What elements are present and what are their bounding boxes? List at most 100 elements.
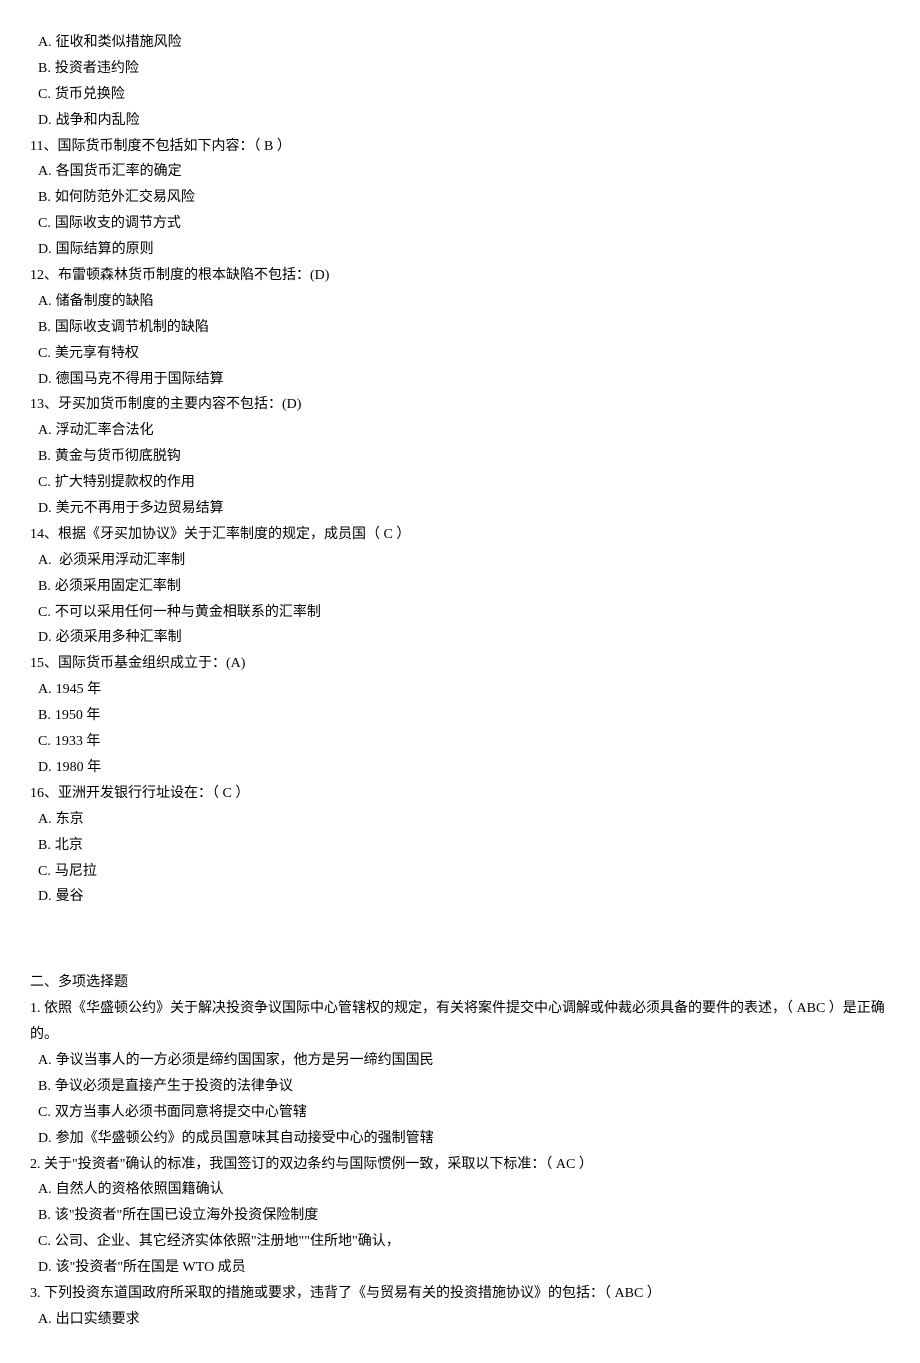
option-text: 1950 年 (55, 708, 101, 723)
option-letter: A. (38, 159, 52, 185)
option-text: 自然人的资格依照国籍确认 (56, 1182, 224, 1197)
option-letter: A. (38, 289, 52, 315)
option-item: A. 必须采用浮动汇率制 (30, 548, 890, 574)
option-letter: A. (38, 677, 52, 703)
option-letter: A. (38, 1048, 52, 1074)
option-letter: D. (38, 108, 52, 134)
option-text: 储备制度的缺陷 (56, 294, 154, 309)
option-text: 美元不再用于多边贸易结算 (56, 501, 224, 516)
option-text: 国际收支调节机制的缺陷 (55, 320, 209, 335)
option-letter: C. (38, 729, 51, 755)
option-text: 争议当事人的一方必须是缔约国国家，他方是另一缔约国国民 (56, 1053, 434, 1068)
option-text: 必须采用固定汇率制 (55, 579, 181, 594)
option-text: 马尼拉 (55, 864, 97, 879)
question-stem: 2. 关于"投资者"确认的标准，我国签订的双边条约与国际惯例一致，采取以下标准：… (30, 1152, 890, 1178)
option-letter: D. (38, 755, 52, 781)
option-item: C. 马尼拉 (30, 859, 890, 885)
option-letter: C. (38, 211, 51, 237)
option-item: D.曼谷 (30, 884, 890, 910)
option-item: A. 争议当事人的一方必须是缔约国国家，他方是另一缔约国国民 (30, 1048, 890, 1074)
option-item: C. 不可以采用任何一种与黄金相联系的汇率制 (30, 600, 890, 626)
option-letter: D. (38, 625, 52, 651)
option-text: 各国货币汇率的确定 (56, 164, 182, 179)
option-text: 国际结算的原则 (56, 242, 154, 257)
option-letter: A. (38, 1177, 52, 1203)
option-letter: D. (38, 367, 52, 393)
section-title: 二、多项选择题 (30, 970, 890, 996)
option-item: A.浮动汇率合法化 (30, 418, 890, 444)
option-text: 1980 年 (56, 760, 102, 775)
option-letter: A. (38, 807, 52, 833)
option-text: 出口实绩要求 (56, 1312, 140, 1327)
option-letter: A. (38, 418, 52, 444)
option-text: 征收和类似措施风险 (56, 35, 182, 50)
option-text: 1933 年 (55, 734, 101, 749)
option-text: 战争和内乱险 (56, 113, 140, 128)
question-stem: 11、国际货币制度不包括如下内容：（ B ） (30, 134, 890, 160)
option-text: 争议必须是直接产生于投资的法律争议 (55, 1079, 293, 1094)
option-letter: B. (38, 444, 51, 470)
option-item: C. 公司、企业、其它经济实体依照"注册地""住所地"确认， (30, 1229, 890, 1255)
question-stem: 16、亚洲开发银行行址设在：（ C ） (30, 781, 890, 807)
option-letter: A. (38, 548, 52, 574)
option-text: 1945 年 (56, 682, 102, 697)
option-letter: D. (38, 237, 52, 263)
option-letter: C. (38, 470, 51, 496)
option-item: D. 参加《华盛顿公约》的成员国意味其自动接受中心的强制管辖 (30, 1126, 890, 1152)
option-letter: D. (38, 496, 52, 522)
option-item: B. 黄金与货币彻底脱钩 (30, 444, 890, 470)
option-letter: B. (38, 56, 51, 82)
option-item: A. 各国货币汇率的确定 (30, 159, 890, 185)
option-item: B.国际收支调节机制的缺陷 (30, 315, 890, 341)
option-letter: B. (38, 833, 51, 859)
option-text: 北京 (55, 838, 83, 853)
option-item: B. 1950 年 (30, 703, 890, 729)
option-letter: C. (38, 82, 51, 108)
option-text: 必须采用浮动汇率制 (56, 553, 186, 568)
option-text: 该"投资者"所在国已设立海外投资保险制度 (55, 1208, 318, 1223)
option-text: 不可以采用任何一种与黄金相联系的汇率制 (55, 605, 321, 620)
option-text: 公司、企业、其它经济实体依照"注册地""住所地"确认， (55, 1234, 400, 1249)
option-item: B. 如何防范外汇交易风险 (30, 185, 890, 211)
option-text: 如何防范外汇交易风险 (55, 190, 195, 205)
option-item: D.必须采用多种汇率制 (30, 625, 890, 651)
question-stem: 15、国际货币基金组织成立于：(A) (30, 651, 890, 677)
option-item: A. 储备制度的缺陷 (30, 289, 890, 315)
option-item: A. 自然人的资格依照国籍确认 (30, 1177, 890, 1203)
option-item: A. 1945 年 (30, 677, 890, 703)
option-item: D. 战争和内乱险 (30, 108, 890, 134)
option-item: D.该"投资者"所在国是 WTO 成员 (30, 1255, 890, 1281)
option-item: C. 美元享有特权 (30, 341, 890, 367)
option-letter: A. (38, 1307, 52, 1333)
option-text: 美元享有特权 (55, 346, 139, 361)
option-item: C. 1933 年 (30, 729, 890, 755)
option-item: B. 投资者违约险 (30, 56, 890, 82)
option-text: 参加《华盛顿公约》的成员国意味其自动接受中心的强制管辖 (56, 1131, 434, 1146)
question-stem: 12、布雷顿森林货币制度的根本缺陷不包括：(D) (30, 263, 890, 289)
option-letter: C. (38, 1229, 51, 1255)
option-text: 扩大特别提款权的作用 (55, 475, 195, 490)
option-letter: C. (38, 859, 51, 885)
option-letter: D. (38, 1255, 52, 1281)
option-item: D. 1980 年 (30, 755, 890, 781)
option-letter: C. (38, 600, 51, 626)
option-text: 德国马克不得用于国际结算 (56, 372, 224, 387)
option-item: D. 国际结算的原则 (30, 237, 890, 263)
option-item: B. 争议必须是直接产生于投资的法律争议 (30, 1074, 890, 1100)
option-letter: B. (38, 1074, 51, 1100)
option-item: B.该"投资者"所在国已设立海外投资保险制度 (30, 1203, 890, 1229)
option-item: A.征收和类似措施风险 (30, 30, 890, 56)
option-item: C. 双方当事人必须书面同意将提交中心管辖 (30, 1100, 890, 1126)
option-text: 货币兑换险 (55, 87, 125, 102)
option-text: 投资者违约险 (55, 61, 139, 76)
option-letter: B. (38, 703, 51, 729)
option-letter: D. (38, 884, 52, 910)
option-item: A.东京 (30, 807, 890, 833)
option-letter: B. (38, 185, 51, 211)
option-text: 双方当事人必须书面同意将提交中心管辖 (55, 1105, 307, 1120)
option-letter: D. (38, 1126, 52, 1152)
option-item: A. 出口实绩要求 (30, 1307, 890, 1333)
option-letter: C. (38, 341, 51, 367)
option-letter: C. (38, 1100, 51, 1126)
option-text: 黄金与货币彻底脱钩 (55, 449, 181, 464)
